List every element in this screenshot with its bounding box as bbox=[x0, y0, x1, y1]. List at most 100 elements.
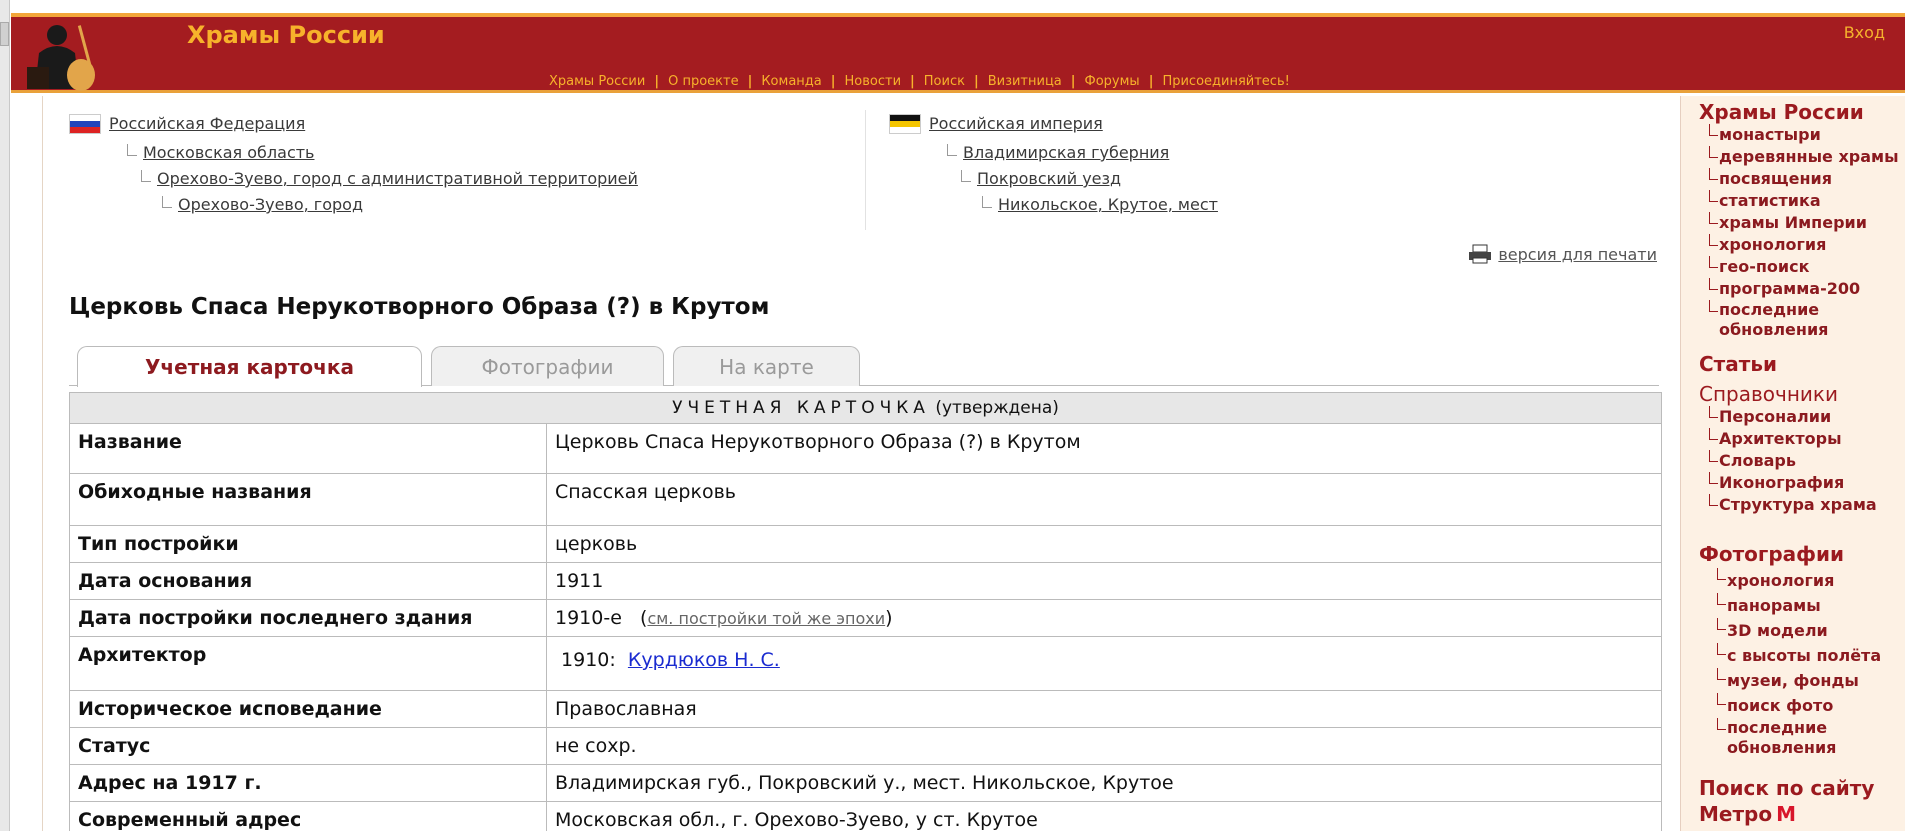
table-row: Современный адрес Московская обл., г. Ор… bbox=[69, 801, 1662, 831]
row-value: не сохр. bbox=[546, 727, 1662, 765]
nav-search[interactable]: Поиск bbox=[924, 74, 965, 89]
sidebar-heading-photos[interactable]: Фотографии bbox=[1699, 542, 1844, 566]
russia-flag-icon bbox=[69, 114, 101, 134]
table-row: Тип постройки церковь bbox=[69, 525, 1662, 563]
nav-join[interactable]: Присоединяйтесь! bbox=[1162, 74, 1289, 89]
tree-branch bbox=[141, 170, 151, 182]
empire-flag-icon bbox=[889, 114, 921, 134]
loc-empire-region[interactable]: Владимирская губерния bbox=[963, 143, 1169, 162]
loc-empire-locality[interactable]: Никольское, Крутое, мест bbox=[998, 195, 1218, 214]
sidebar-item-aerial[interactable]: с высоты полёта bbox=[1717, 643, 1881, 668]
metro-icon: М bbox=[1776, 802, 1797, 826]
table-row: Архитектор 1910: Курдюков Н. С. bbox=[69, 636, 1662, 691]
table-row: Адрес на 1917 г. Владимирская губ., Покр… bbox=[69, 764, 1662, 802]
print-version-link[interactable]: версия для печати bbox=[1498, 245, 1657, 264]
sidebar-item-photo-search[interactable]: поиск фото bbox=[1717, 693, 1881, 718]
sidebar-item-photo-updates[interactable]: последние обновления bbox=[1717, 718, 1867, 758]
sidebar-item-dictionary[interactable]: Словарь bbox=[1709, 450, 1877, 472]
architect-year: 1910: bbox=[561, 649, 616, 671]
sidebar-item-geo-search[interactable]: гео-поиск bbox=[1709, 256, 1899, 278]
nav-forums[interactable]: Форумы bbox=[1085, 74, 1140, 89]
tree-branch bbox=[127, 144, 137, 156]
loc-empire-district[interactable]: Покровский уезд bbox=[977, 169, 1121, 188]
nav-about[interactable]: О проекте bbox=[668, 74, 739, 89]
sidebar-item-chronology[interactable]: хронология bbox=[1709, 234, 1899, 256]
row-value: Владимирская губ., Покровский у., мест. … bbox=[546, 764, 1662, 802]
loc-modern-region[interactable]: Московская область bbox=[143, 143, 314, 162]
sidebar-item-empire[interactable]: храмы Империи bbox=[1709, 212, 1899, 234]
sidebar-item-wooden[interactable]: деревянные храмы bbox=[1709, 146, 1899, 168]
sidebar-item-panoramas[interactable]: панорамы bbox=[1717, 593, 1881, 618]
login-link[interactable]: Вход bbox=[1844, 23, 1885, 42]
sidebar-item-updates[interactable]: последние обновления bbox=[1709, 300, 1859, 340]
sidebar-temples-list: монастыри деревянные храмы посвящения ст… bbox=[1709, 124, 1899, 340]
site-title[interactable]: Храмы России bbox=[187, 21, 385, 49]
sidebar-heading-articles[interactable]: Статьи bbox=[1699, 352, 1777, 376]
row-key: Статус bbox=[69, 727, 547, 765]
row-value: 1911 bbox=[546, 562, 1662, 600]
sidebar-item-museums[interactable]: музеи, фонды bbox=[1717, 668, 1881, 693]
nav-news[interactable]: Новости bbox=[845, 74, 902, 89]
sidebar-item-program-200[interactable]: программа-200 bbox=[1709, 278, 1899, 300]
loc-empire-country[interactable]: Российская империя bbox=[929, 114, 1103, 133]
nav-separator: | bbox=[1148, 74, 1154, 89]
tree-branch bbox=[162, 196, 172, 208]
table-row: Статус не сохр. bbox=[69, 727, 1662, 765]
row-key: Историческое исповедание bbox=[69, 690, 547, 728]
row-key: Современный адрес bbox=[69, 801, 547, 831]
row-value: 1910-е (см. постройки той же эпохи) bbox=[546, 599, 1662, 637]
nav-cards[interactable]: Визитница bbox=[988, 74, 1062, 89]
site-header: Храмы России Вход Храмы России | О проекте… bbox=[11, 13, 1905, 93]
sidebar-references-list: Персоналии Архитекторы Словарь Иконограф… bbox=[1709, 406, 1877, 516]
logo-icon[interactable] bbox=[21, 19, 101, 93]
printer-icon[interactable] bbox=[1468, 244, 1492, 264]
sidebar-item-structure[interactable]: Структура храма bbox=[1709, 494, 1877, 516]
sidebar-site-search[interactable]: Поиск по сайту bbox=[1699, 776, 1874, 800]
row-key: Архитектор bbox=[69, 636, 547, 691]
card-header-status: (утверждена) bbox=[935, 398, 1059, 418]
table-row: Дата основания 1911 bbox=[69, 562, 1662, 600]
card-header-title: УЧЕТНАЯ КАРТОЧКА bbox=[672, 398, 930, 418]
nav-temples[interactable]: Храмы России bbox=[549, 74, 645, 89]
sidebar-item-dedications[interactable]: посвящения bbox=[1709, 168, 1899, 190]
nav-separator: | bbox=[830, 74, 836, 89]
table-row: Дата постройки последнего здания 1910-е … bbox=[69, 599, 1662, 637]
sidebar-item-statistics[interactable]: статистика bbox=[1709, 190, 1899, 212]
sidebar-heading-references[interactable]: Справочники bbox=[1699, 382, 1838, 406]
page-title: Церковь Спаса Нерукотворного Образа (?) … bbox=[69, 294, 770, 320]
sidebar-item-architects[interactable]: Архитекторы bbox=[1709, 428, 1877, 450]
tab-photos[interactable]: Фотографии bbox=[431, 346, 664, 386]
row-value: церковь bbox=[546, 525, 1662, 563]
loc-modern-locality[interactable]: Орехово-Зуево, город bbox=[178, 195, 363, 214]
nav-separator: | bbox=[747, 74, 753, 89]
sidebar-item-iconography[interactable]: Иконография bbox=[1709, 472, 1877, 494]
same-epoch-link[interactable]: см. постройки той же эпохи bbox=[647, 609, 885, 628]
tab-record-card[interactable]: Учетная карточка bbox=[77, 346, 422, 387]
nav-team[interactable]: Команда bbox=[761, 74, 821, 89]
nav-separator: | bbox=[1070, 74, 1076, 89]
sidebar-item-3d-models[interactable]: 3D модели bbox=[1717, 618, 1881, 643]
row-key: Дата постройки последнего здания bbox=[69, 599, 547, 637]
sidebar-item-photo-chronology[interactable]: хронология bbox=[1717, 568, 1881, 593]
sidebar-metro[interactable]: Метро М bbox=[1699, 802, 1796, 826]
sidebar-heading-temples[interactable]: Храмы России bbox=[1699, 100, 1864, 124]
card-header: УЧЕТНАЯ КАРТОЧКА (утверждена) bbox=[69, 392, 1662, 424]
tab-map[interactable]: На карте bbox=[673, 346, 860, 386]
loc-modern-country[interactable]: Российская Федерация bbox=[109, 114, 305, 133]
top-nav: Храмы России | О проекте | Команда | Новости | П… bbox=[549, 74, 1290, 89]
tree-branch bbox=[982, 196, 992, 208]
table-row: Обиходные названия Спасская церковь bbox=[69, 473, 1662, 526]
nav-separator: | bbox=[973, 74, 979, 89]
row-key: Дата основания bbox=[69, 562, 547, 600]
right-sidebar: Храмы России монастыри деревянные храмы … bbox=[1680, 96, 1905, 831]
build-date-value: 1910-е bbox=[555, 607, 622, 629]
nav-separator: | bbox=[910, 74, 915, 89]
architect-link[interactable]: Курдюков Н. С. bbox=[628, 649, 780, 671]
scroll-handle[interactable] bbox=[0, 22, 9, 46]
sidebar-item-monasteries[interactable]: монастыри bbox=[1709, 124, 1899, 146]
print-version: версия для печати bbox=[1468, 244, 1657, 264]
sidebar-item-persons[interactable]: Персоналии bbox=[1709, 406, 1877, 428]
row-key: Адрес на 1917 г. bbox=[69, 764, 547, 802]
loc-modern-district[interactable]: Орехово-Зуево, город с административной … bbox=[157, 169, 638, 188]
card-header-row: УЧЕТНАЯ КАРТОЧКА (утверждена) bbox=[69, 392, 1662, 424]
